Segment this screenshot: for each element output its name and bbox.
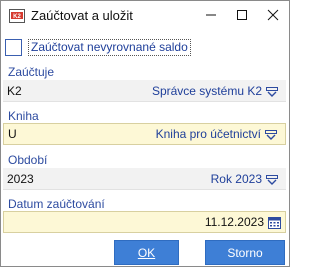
- minimize-button[interactable]: [195, 1, 227, 31]
- zauctuje-value-wrap: Správce systému K2: [152, 84, 282, 98]
- chevron-down-icon[interactable]: [266, 86, 278, 97]
- dialog-window: K2 Zaúčtovat a uložit Zaúčtovat nevyrovn…: [0, 0, 290, 267]
- window-title: Zaúčtovat a uložit: [31, 8, 133, 23]
- kniha-code: U: [8, 127, 17, 141]
- chevron-down-icon[interactable]: [266, 174, 278, 185]
- ok-button[interactable]: OK: [114, 240, 179, 265]
- zauctuje-label: Zaúčtuje: [8, 65, 55, 79]
- k2-app-icon: K2: [9, 8, 25, 24]
- storno-button-label: Storno: [227, 245, 263, 260]
- zauctuje-field[interactable]: K2 Správce systému K2: [3, 80, 286, 102]
- storno-button[interactable]: Storno: [205, 240, 285, 265]
- calendar-icon[interactable]: [268, 216, 281, 229]
- dialog-content: Zaúčtovat nevyrovnané saldo Zaúčtuje K2 …: [1, 31, 289, 266]
- kniha-label: Kniha: [8, 109, 39, 123]
- datum-field[interactable]: 11.12.2023: [3, 211, 286, 233]
- kniha-value-wrap: Kniha pro účetnictví: [156, 127, 281, 141]
- unbalanced-label[interactable]: Zaúčtovat nevyrovnané saldo: [28, 38, 191, 56]
- chevron-down-icon[interactable]: [265, 129, 277, 140]
- obdobi-code: 2023: [7, 171, 34, 186]
- kniha-field[interactable]: U Kniha pro účetnictví: [3, 123, 286, 145]
- unbalanced-checkbox[interactable]: [5, 38, 22, 56]
- zauctuje-code: K2: [7, 83, 22, 98]
- minimize-icon: [205, 9, 217, 24]
- ok-button-label: OK: [137, 245, 156, 260]
- svg-text:K2: K2: [13, 14, 21, 20]
- title-bar[interactable]: K2 Zaúčtovat a uložit: [1, 1, 289, 31]
- datum-label: Datum zaúčtování: [8, 197, 105, 211]
- obdobi-value-wrap: Rok 2023: [211, 172, 282, 186]
- unbalanced-option[interactable]: Zaúčtovat nevyrovnané saldo: [5, 36, 285, 58]
- close-icon: [267, 9, 279, 24]
- datum-value: 11.12.2023: [204, 215, 264, 229]
- close-button[interactable]: [257, 1, 289, 31]
- obdobi-value: Rok 2023: [210, 171, 262, 186]
- obdobi-field[interactable]: 2023 Rok 2023: [3, 168, 286, 190]
- maximize-icon: [236, 9, 248, 24]
- maximize-button[interactable]: [226, 1, 258, 31]
- kniha-value: Kniha pro účetnictví: [155, 127, 261, 141]
- zauctuje-value: Správce systému K2: [151, 83, 262, 98]
- obdobi-label: Období: [8, 153, 48, 167]
